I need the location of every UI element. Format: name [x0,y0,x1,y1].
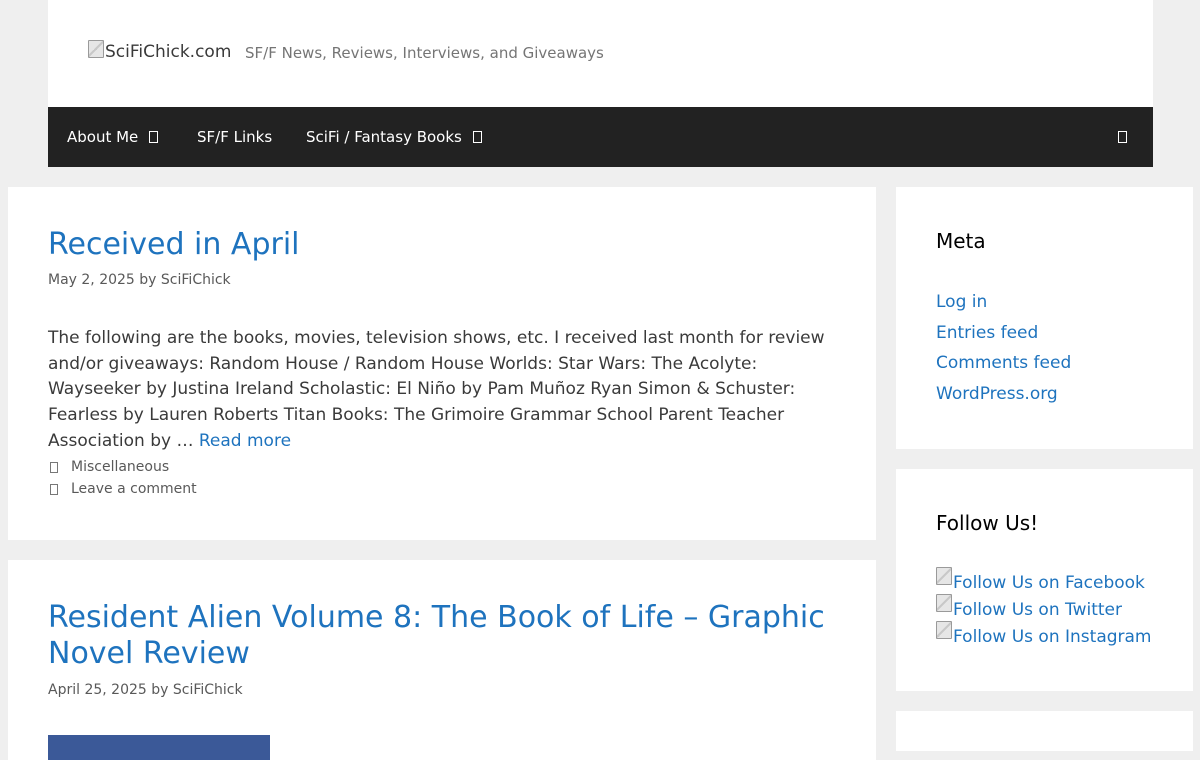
follow-twitter-link[interactable]: Follow Us on Twitter [936,594,1122,624]
follow-widget: Follow Us! Follow Us on Facebook Follow … [896,469,1193,691]
widget-title: Follow Us! [936,511,1039,535]
leave-comment-link[interactable]: Leave a comment [71,481,197,497]
post-excerpt-text: The following are the books, movies, tel… [48,328,825,451]
list-item: Log in [936,287,1071,318]
nav-item-label: SciFi / Fantasy Books [306,128,462,146]
main-navigation: About Me SF/F Links SciFi / Fantasy Book… [48,107,1153,167]
follow-instagram-alt-text: Follow Us on Instagram [953,627,1152,647]
nav-item-label: About Me [67,128,139,146]
post-date-link[interactable]: April 25, 2025 [48,682,147,698]
log-in-link[interactable]: Log in [936,292,987,312]
folder-icon [50,461,58,473]
list-item: Entries feed [936,318,1071,349]
broken-image-icon [936,567,952,585]
follow-instagram-link[interactable]: Follow Us on Instagram [936,621,1152,651]
post-meta: May 2, 2025 by SciFiChick [48,272,231,288]
post-by-label: by [139,272,157,288]
post-excerpt: The following are the books, movies, tel… [48,326,848,455]
site-logo-alt-text: SciFiChick.com [105,42,232,62]
post-comments: Leave a comment [48,481,197,497]
post-date-link[interactable]: May 2, 2025 [48,272,135,288]
post-card: Received in April May 2, 2025 by SciFiCh… [8,187,876,540]
entries-feed-link[interactable]: Entries feed [936,323,1038,343]
follow-facebook-alt-text: Follow Us on Facebook [953,573,1145,593]
list-item: Follow Us on Instagram [936,621,1152,651]
broken-image-icon [88,40,104,58]
post-featured-image[interactable] [48,735,270,760]
nav-item-about-me[interactable]: About Me [67,107,159,167]
widget-title: Meta [936,229,986,253]
follow-facebook-link[interactable]: Follow Us on Facebook [936,567,1145,597]
dropdown-arrow-icon[interactable] [149,131,159,143]
post-author-link[interactable]: SciFiChick [161,272,231,288]
dropdown-arrow-icon[interactable] [472,131,482,143]
search-icon[interactable] [1118,131,1127,143]
meta-widget: Meta Log in Entries feed Comments feed W… [896,187,1193,449]
site-logo[interactable]: SciFiChick.com [88,40,232,62]
post-meta: April 25, 2025 by SciFiChick [48,682,243,698]
post-title-link[interactable]: Resident Alien Volume 8: The Book of Lif… [48,600,848,672]
site-header: SciFiChick.com SF/F News, Reviews, Inter… [48,0,1153,107]
category-link[interactable]: Miscellaneous [71,459,169,475]
list-item: WordPress.org [936,379,1071,410]
post-title-link[interactable]: Received in April [48,227,299,263]
read-more-link[interactable]: Read more [199,431,291,451]
post-card: Resident Alien Volume 8: The Book of Lif… [8,560,876,760]
sidebar-widget [896,711,1193,751]
nav-item-label: SF/F Links [197,128,273,146]
nav-item-sff-links[interactable]: SF/F Links [197,107,272,167]
site-tagline: SF/F News, Reviews, Interviews, and Give… [245,44,604,62]
wordpress-org-link[interactable]: WordPress.org [936,384,1058,404]
follow-links-list: Follow Us on Facebook Follow Us on Twitt… [936,567,1152,651]
post-author-link[interactable]: SciFiChick [173,682,243,698]
list-item: Comments feed [936,348,1071,379]
comments-feed-link[interactable]: Comments feed [936,353,1071,373]
post-categories: Miscellaneous [48,459,169,475]
list-item: Follow Us on Facebook [936,567,1152,597]
list-item: Follow Us on Twitter [936,594,1152,624]
nav-item-scifi-fantasy-books[interactable]: SciFi / Fantasy Books [306,107,482,167]
post-by-label: by [151,682,169,698]
meta-links-list: Log in Entries feed Comments feed WordPr… [936,287,1071,409]
broken-image-icon [936,594,952,612]
comment-icon [50,483,58,495]
follow-twitter-alt-text: Follow Us on Twitter [953,600,1122,620]
broken-image-icon [936,621,952,639]
